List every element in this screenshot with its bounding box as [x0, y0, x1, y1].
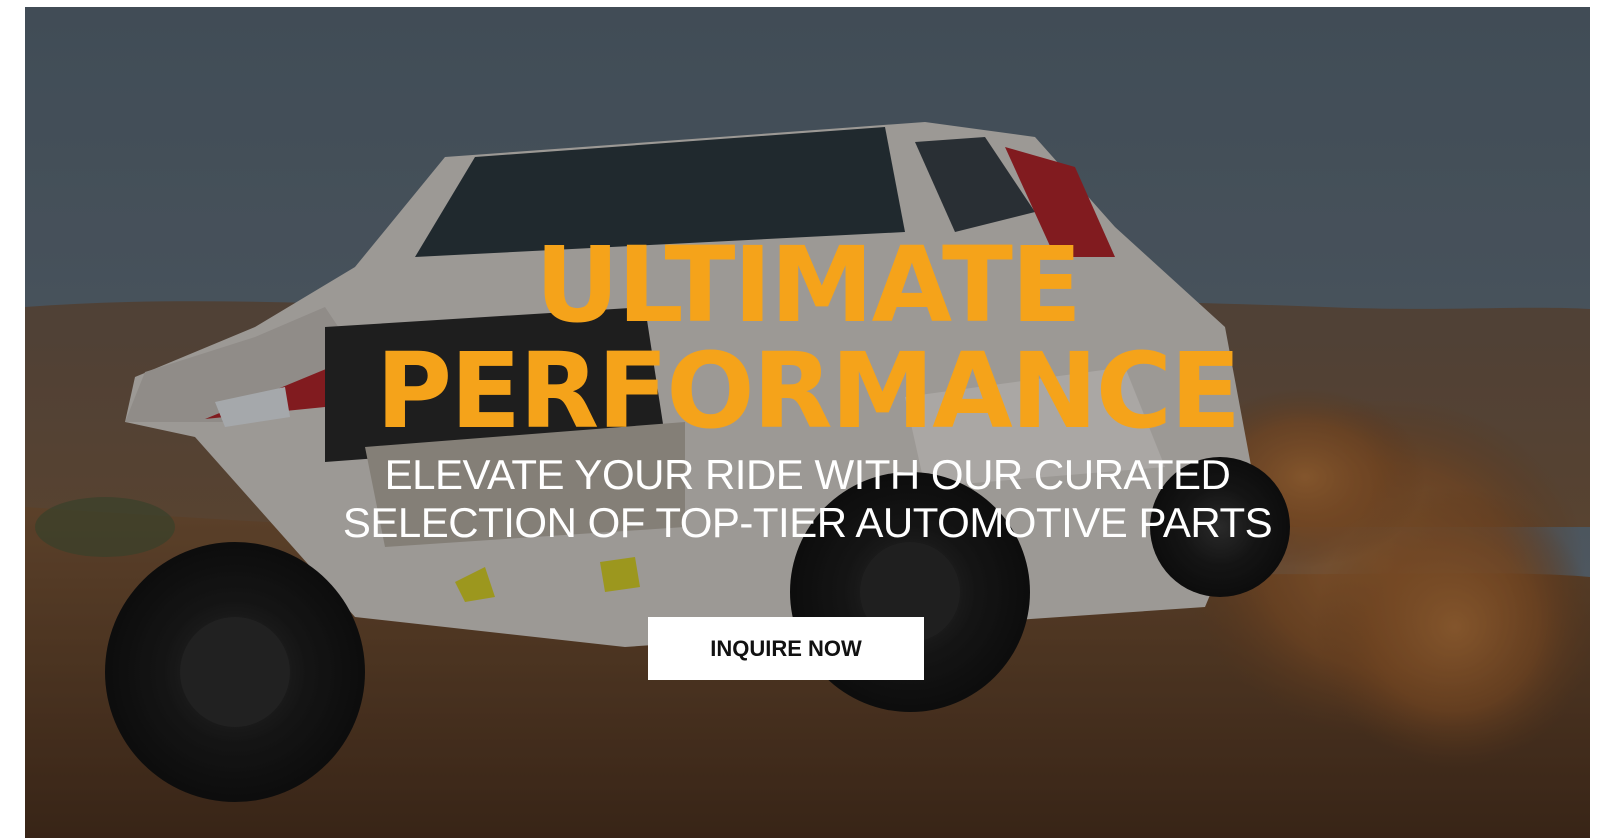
headline-line-2: PERFORMANCE	[375, 330, 1241, 452]
subtitle-line-1: ELEVATE YOUR RIDE WITH OUR CURATED	[384, 451, 1231, 498]
inquire-now-button[interactable]: INQUIRE NOW	[648, 617, 924, 680]
headline-line-1: ULTIMATE	[534, 224, 1082, 346]
subtitle-line-2: SELECTION OF TOP-TIER AUTOMOTIVE PARTS	[342, 499, 1273, 546]
hero-content: ULTIMATE PERFORMANCE ELEVATE YOUR RIDE W…	[25, 7, 1590, 838]
page: ULTIMATE PERFORMANCE ELEVATE YOUR RIDE W…	[0, 0, 1615, 838]
hero-banner: ULTIMATE PERFORMANCE ELEVATE YOUR RIDE W…	[25, 7, 1590, 838]
